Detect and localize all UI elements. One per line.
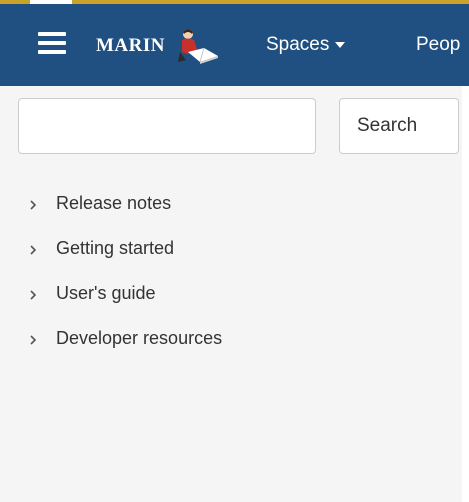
spaces-label: Spaces — [266, 34, 330, 55]
tree-item-getting-started[interactable]: Getting started — [0, 233, 462, 269]
tree-item-users-guide[interactable]: User's guide — [0, 278, 462, 314]
tree-item-developer-resources[interactable]: Developer resources — [0, 323, 462, 359]
tree-item-label[interactable]: User's guide — [56, 283, 155, 304]
chevron-right-icon[interactable] — [27, 198, 39, 212]
people-menu[interactable]: Peop — [416, 34, 460, 64]
tree-item-label[interactable]: Developer resources — [56, 328, 222, 349]
search-button[interactable]: Search — [339, 98, 459, 154]
tree-item-label[interactable]: Getting started — [56, 238, 174, 259]
chevron-right-icon[interactable] — [27, 243, 39, 257]
chevron-right-icon[interactable] — [27, 288, 39, 302]
caret-down-icon — [335, 41, 346, 48]
navbar: MARIN Spaces Peop — [0, 4, 469, 86]
hamburger-menu-icon[interactable] — [38, 32, 66, 54]
spaces-menu[interactable]: Spaces — [266, 34, 346, 64]
marin-logo[interactable]: MARIN — [96, 26, 236, 66]
people-label: Peop — [416, 34, 461, 55]
sidebar-edge — [462, 86, 469, 502]
search-input[interactable] — [18, 98, 316, 154]
tree-item-release-notes[interactable]: Release notes — [0, 188, 462, 224]
reading-figure-icon — [178, 29, 218, 64]
logo-text: MARIN — [96, 35, 165, 56]
tree-item-label[interactable]: Release notes — [56, 193, 171, 214]
chevron-right-icon[interactable] — [27, 333, 39, 347]
